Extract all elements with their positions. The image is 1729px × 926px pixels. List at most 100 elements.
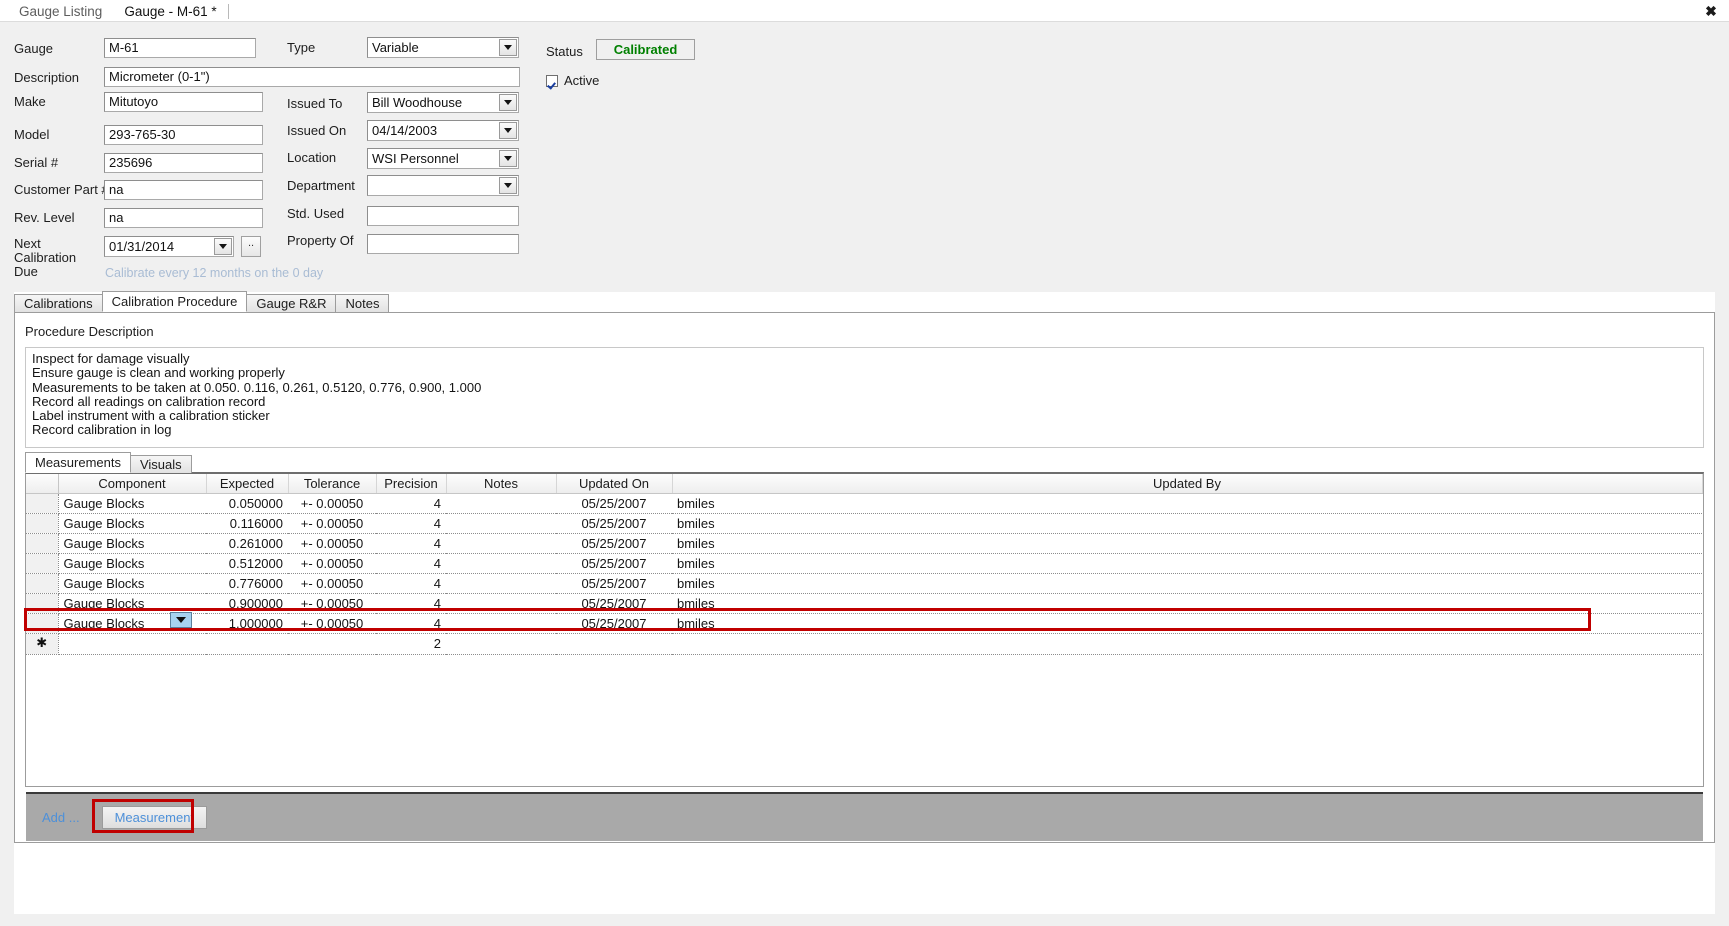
new-row-marker-cell[interactable]: ✱ bbox=[26, 633, 59, 655]
gauge-field[interactable]: M-61 bbox=[104, 38, 256, 58]
cell-expected[interactable]: 0.776000 bbox=[206, 573, 288, 594]
cell-notes[interactable] bbox=[446, 573, 556, 594]
cell-expected[interactable]: 0.261000 bbox=[206, 533, 288, 554]
issued-to-select[interactable]: Bill Woodhouse bbox=[367, 92, 519, 113]
col-component[interactable]: Component bbox=[58, 474, 207, 494]
description-field[interactable]: Micrometer (0-1") bbox=[104, 67, 520, 87]
cell-tolerance[interactable]: +- 0.00050 bbox=[288, 553, 376, 574]
cell-precision[interactable]: 4 bbox=[376, 613, 446, 634]
cell-precision[interactable]: 4 bbox=[376, 573, 446, 594]
row-selector[interactable] bbox=[26, 533, 59, 554]
cell-updated-by[interactable]: bmiles bbox=[672, 513, 1702, 534]
chevron-down-icon[interactable] bbox=[499, 39, 517, 56]
row-selector[interactable] bbox=[26, 613, 59, 634]
row-selector[interactable] bbox=[26, 593, 59, 614]
serial-field[interactable]: 235696 bbox=[104, 153, 263, 173]
cell-notes[interactable] bbox=[446, 593, 556, 614]
table-row[interactable]: Gauge Blocks 0.512000 +- 0.00050 4 05/25… bbox=[26, 553, 1702, 574]
col-updated-on[interactable]: Updated On bbox=[556, 474, 673, 494]
cell-precision[interactable]: 4 bbox=[376, 593, 446, 614]
chevron-down-icon[interactable] bbox=[499, 177, 517, 194]
new-cell-updated-by[interactable] bbox=[672, 633, 1702, 655]
next-calibration-browse-button[interactable]: .. bbox=[241, 236, 261, 257]
cell-updated-by[interactable]: bmiles bbox=[672, 493, 1702, 514]
table-row[interactable]: Gauge Blocks 0.776000 +- 0.00050 4 05/25… bbox=[26, 573, 1702, 594]
cell-component[interactable]: Gauge Blocks bbox=[58, 593, 206, 614]
cell-notes[interactable] bbox=[446, 553, 556, 574]
cell-updated-on[interactable]: 05/25/2007 bbox=[556, 513, 672, 534]
add-measurement-button[interactable]: Measurement bbox=[101, 806, 208, 829]
cell-updated-on[interactable]: 05/25/2007 bbox=[556, 593, 672, 614]
cell-precision[interactable]: 4 bbox=[376, 533, 446, 554]
table-row[interactable]: Gauge Blocks 1.000000 +- 0.00050 4 05/25… bbox=[26, 613, 1702, 634]
cell-tolerance[interactable]: +- 0.00050 bbox=[288, 533, 376, 554]
location-select[interactable]: WSI Personnel bbox=[367, 148, 519, 169]
cell-component[interactable]: Gauge Blocks bbox=[58, 533, 206, 554]
chevron-down-icon[interactable] bbox=[499, 94, 517, 111]
cell-notes[interactable] bbox=[446, 493, 556, 514]
customer-part-field[interactable]: na bbox=[104, 180, 263, 200]
row-selector[interactable] bbox=[26, 553, 59, 574]
department-select[interactable] bbox=[367, 175, 519, 196]
cell-tolerance[interactable]: +- 0.00050 bbox=[288, 493, 376, 514]
tab-gauge-listing[interactable]: Gauge Listing bbox=[8, 1, 113, 22]
tab-visuals[interactable]: Visuals bbox=[129, 455, 192, 473]
cell-notes[interactable] bbox=[446, 613, 556, 634]
new-cell-notes[interactable] bbox=[446, 633, 556, 655]
table-row[interactable]: Gauge Blocks 0.116000 +- 0.00050 4 05/25… bbox=[26, 513, 1702, 534]
cell-expected[interactable]: 0.512000 bbox=[206, 553, 288, 574]
new-cell-expected[interactable] bbox=[206, 633, 288, 655]
cell-updated-on[interactable]: 05/25/2007 bbox=[556, 573, 672, 594]
cell-updated-by[interactable]: bmiles bbox=[672, 613, 1702, 634]
cell-updated-on[interactable]: 05/25/2007 bbox=[556, 493, 672, 514]
active-checkbox[interactable] bbox=[546, 74, 558, 87]
cell-tolerance[interactable]: +- 0.00050 bbox=[288, 613, 376, 634]
cell-updated-by[interactable]: bmiles bbox=[672, 533, 1702, 554]
new-cell-tolerance[interactable] bbox=[288, 633, 376, 655]
property-of-field[interactable] bbox=[367, 234, 519, 254]
table-row[interactable]: Gauge Blocks 0.261000 +- 0.00050 4 05/25… bbox=[26, 533, 1702, 554]
new-row-component-dropdown[interactable] bbox=[170, 612, 192, 628]
cell-updated-by[interactable]: bmiles bbox=[672, 573, 1702, 594]
issued-on-picker[interactable]: 04/14/2003 bbox=[367, 120, 519, 141]
chevron-down-icon[interactable] bbox=[499, 150, 517, 167]
rev-level-field[interactable]: na bbox=[104, 208, 263, 228]
cell-component[interactable]: Gauge Blocks bbox=[58, 493, 206, 514]
cell-tolerance[interactable]: +- 0.00050 bbox=[288, 573, 376, 594]
tab-measurements[interactable]: Measurements bbox=[25, 452, 131, 473]
cell-component[interactable]: Gauge Blocks bbox=[58, 513, 206, 534]
new-measurement-row[interactable]: ✱ 2 bbox=[26, 633, 1702, 655]
row-selector[interactable] bbox=[26, 573, 59, 594]
next-calibration-due-picker[interactable]: 01/31/2014 bbox=[104, 236, 234, 257]
chevron-down-icon[interactable] bbox=[214, 238, 232, 255]
cell-updated-on[interactable]: 05/25/2007 bbox=[556, 613, 672, 634]
procedure-description-text[interactable]: Inspect for damage visually Ensure gauge… bbox=[25, 347, 1704, 448]
cell-precision[interactable]: 4 bbox=[376, 513, 446, 534]
cell-expected[interactable]: 1.000000 bbox=[206, 613, 288, 634]
col-expected[interactable]: Expected bbox=[206, 474, 289, 494]
cell-tolerance[interactable]: +- 0.00050 bbox=[288, 513, 376, 534]
new-cell-precision[interactable]: 2 bbox=[376, 633, 446, 655]
chevron-down-icon[interactable] bbox=[499, 122, 517, 139]
cell-expected[interactable]: 0.050000 bbox=[206, 493, 288, 514]
make-field[interactable]: Mitutoyo bbox=[104, 92, 263, 112]
cell-expected[interactable]: 0.116000 bbox=[206, 513, 288, 534]
cell-component[interactable]: Gauge Blocks bbox=[58, 573, 206, 594]
table-row[interactable]: Gauge Blocks 0.050000 +- 0.00050 4 05/25… bbox=[26, 493, 1702, 514]
type-select[interactable]: Variable bbox=[367, 37, 519, 58]
new-cell-component[interactable] bbox=[58, 633, 206, 655]
tab-gauge-m61[interactable]: Gauge - M-61 * bbox=[113, 1, 228, 22]
model-field[interactable]: 293-765-30 bbox=[104, 125, 263, 145]
cell-tolerance[interactable]: +- 0.00050 bbox=[288, 593, 376, 614]
active-checkbox-row[interactable]: Active bbox=[546, 73, 599, 88]
cell-precision[interactable]: 4 bbox=[376, 493, 446, 514]
cell-component[interactable]: Gauge Blocks bbox=[58, 553, 206, 574]
tab-calibrations[interactable]: Calibrations bbox=[14, 294, 103, 312]
cell-updated-by[interactable]: bmiles bbox=[672, 593, 1702, 614]
cell-precision[interactable]: 4 bbox=[376, 553, 446, 574]
cell-notes[interactable] bbox=[446, 533, 556, 554]
cell-updated-on[interactable]: 05/25/2007 bbox=[556, 553, 672, 574]
tab-gauge-rr[interactable]: Gauge R&R bbox=[246, 294, 337, 312]
col-precision[interactable]: Precision bbox=[376, 474, 447, 494]
col-updated-by[interactable]: Updated By bbox=[672, 474, 1703, 494]
